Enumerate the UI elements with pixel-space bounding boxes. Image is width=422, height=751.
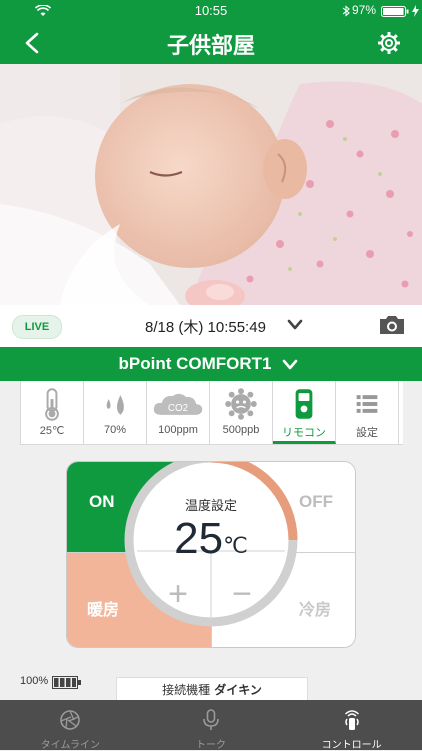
voc-icon <box>225 388 257 420</box>
tab-timeline-label: タイムライン <box>40 740 100 751</box>
tab-control-label: コントロール <box>321 740 382 751</box>
sensor-humidity[interactable]: 70% <box>84 381 147 444</box>
tab-timeline[interactable]: タイムライン <box>0 700 141 751</box>
chevron-down-icon[interactable] <box>287 319 303 331</box>
heat-mode-label: 暖房 <box>87 600 120 619</box>
sensor-temperature[interactable]: 25℃ <box>21 381 84 444</box>
tab-talk-label: トーク <box>196 740 226 751</box>
sensor-remote[interactable]: リモコン <box>273 381 336 444</box>
camera-icon[interactable] <box>378 314 406 336</box>
svg-text:CO2: CO2 <box>168 403 188 414</box>
remote-signal-icon <box>344 710 359 730</box>
ac-control-panel: ON OFF 暖房 冷房 温度設定 25℃ + − <box>66 461 356 648</box>
sensor-tabs: 25℃ 70% CO2 100ppm 500ppb リモコン 設定 <box>20 381 403 445</box>
aperture-icon <box>60 710 81 730</box>
device-battery-icon <box>52 676 81 689</box>
device-battery-percent: 100% <box>20 675 49 687</box>
charging-icon <box>412 5 419 17</box>
snapshot-datetime[interactable]: 8/18 (木) 10:55:49 <box>145 316 266 337</box>
remote-label: リモコン <box>282 427 326 439</box>
device-selector[interactable]: bPoint COMFORT1 <box>0 347 422 381</box>
increase-temperature-button[interactable]: + <box>163 577 193 611</box>
live-badge[interactable]: LIVE <box>12 315 62 339</box>
chevron-down-icon <box>282 359 298 370</box>
temperature-setting-label: 温度設定 <box>184 499 237 514</box>
decrease-temperature-button[interactable]: − <box>227 577 257 611</box>
temperature-setting-value: 25℃ <box>174 514 248 563</box>
settings-label: 設定 <box>356 427 378 439</box>
microphone-icon <box>203 709 219 730</box>
camera-feed[interactable] <box>0 64 422 305</box>
humidity-icon <box>106 395 124 415</box>
bluetooth-icon <box>342 5 350 17</box>
sleeping-baby-image <box>0 64 422 305</box>
tab-control[interactable]: コントロール <box>281 700 422 751</box>
info-bar: LIVE 8/18 (木) 10:55:49 <box>0 305 422 347</box>
gear-icon[interactable] <box>377 31 401 55</box>
page-title: 子供部屋 <box>166 34 255 59</box>
tab-talk[interactable]: トーク <box>141 700 282 751</box>
co2-cloud-icon: CO2 <box>153 393 203 415</box>
remote-icon <box>295 389 313 419</box>
voc-value: 500ppb <box>222 424 260 436</box>
cool-mode-label: 冷房 <box>299 600 332 619</box>
nav-bar: 子供部屋 <box>0 22 422 64</box>
humidity-value: 70% <box>103 424 127 436</box>
sensor-voc[interactable]: 500ppb <box>210 381 273 444</box>
list-icon <box>356 395 378 413</box>
tab-bar: タイムライン トーク コントロール <box>0 700 422 751</box>
sensor-co2[interactable]: CO2 100ppm <box>147 381 210 444</box>
battery-icon <box>381 6 409 17</box>
status-bar: 10:55 97% <box>0 0 422 22</box>
sensor-settings[interactable]: 設定 <box>336 381 399 444</box>
temperature-value: 25℃ <box>39 425 65 437</box>
battery-percent: 97% <box>351 3 376 17</box>
device-name: bPoint COMFORT1 <box>118 354 272 373</box>
thermometer-icon <box>45 388 59 421</box>
co2-value: 100ppm <box>158 424 198 436</box>
